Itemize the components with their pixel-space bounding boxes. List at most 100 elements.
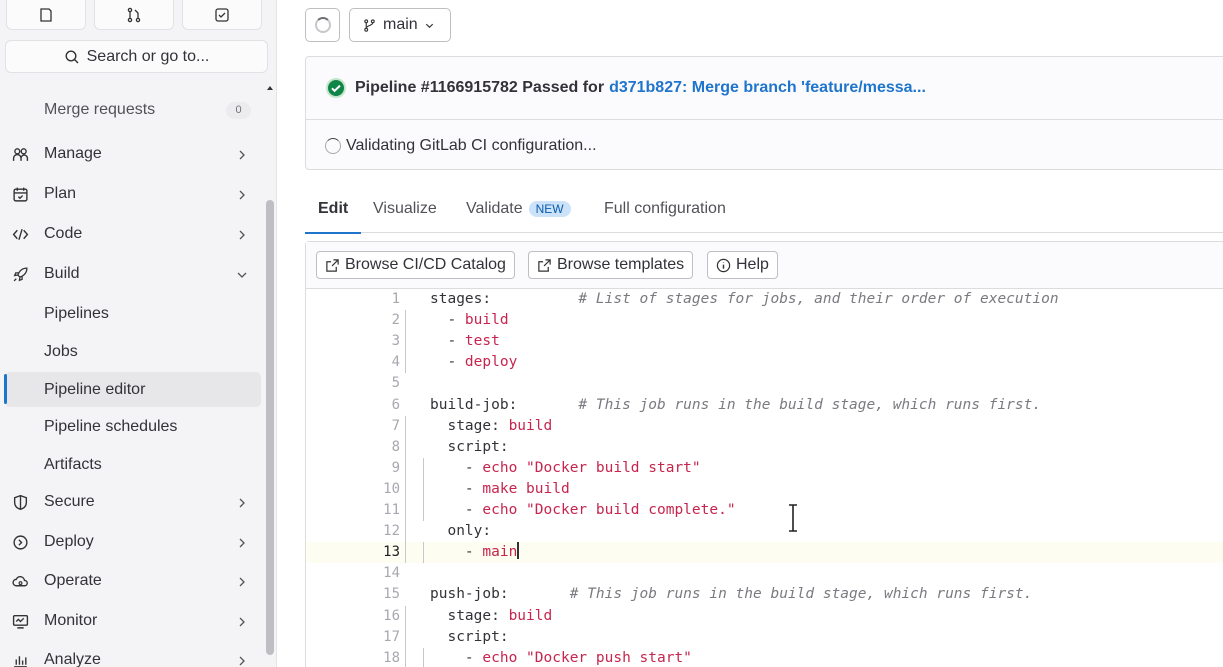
line-number: 11	[383, 502, 400, 518]
code-line[interactable]: 14	[306, 563, 1223, 584]
button-label: Browse CI/CD Catalog	[345, 256, 506, 273]
tab-label: Visualize	[373, 199, 437, 217]
sidebar-item-analyze[interactable]: Analyze	[0, 642, 262, 667]
line-number: 14	[383, 565, 400, 582]
line-number: 5	[391, 375, 400, 392]
sidebar-item-label: Artifacts	[44, 455, 102, 473]
sidebar-item-manage[interactable]: Manage	[0, 136, 262, 172]
code-editor[interactable]: 1 stages: # List of stages for jobs, and …	[306, 289, 1223, 667]
branch-name: main	[383, 16, 418, 33]
sidebar-item-merge-requests[interactable]: Merge requests 0	[0, 92, 262, 128]
indent-guide	[423, 647, 424, 667]
tab-label: Validate	[466, 199, 523, 217]
browse-catalog-button[interactable]: Browse CI/CD Catalog	[316, 251, 515, 279]
code-line[interactable]: 4 - deploy	[306, 352, 1223, 373]
code-text: script:	[430, 438, 509, 455]
indent-guide	[423, 542, 424, 564]
loading-spinner-icon	[314, 17, 331, 33]
validation-text: Validating GitLab CI configuration...	[346, 137, 597, 154]
code-text: - build	[430, 312, 509, 329]
chevron-right-icon	[236, 536, 248, 548]
sidebar-scrollbar[interactable]	[266, 200, 274, 655]
indent-guide	[405, 605, 406, 667]
sidebar-item-plan[interactable]: Plan	[0, 176, 262, 212]
text-caret	[517, 542, 519, 560]
new-badge: NEW	[528, 200, 571, 217]
line-number: 4	[391, 354, 400, 371]
code-text: - make build	[430, 480, 570, 497]
sidebar-item-pipeline-schedules[interactable]: Pipeline schedules	[5, 409, 261, 444]
chevron-down-icon	[236, 268, 248, 280]
todo-icon	[215, 7, 229, 22]
line-number: 1	[391, 291, 400, 307]
code-text: - deploy	[430, 354, 518, 371]
code-line[interactable]: 15 push-job: # This job runs in the build…	[306, 584, 1223, 605]
code-line[interactable]: 6 build-job: # This job runs in the build…	[306, 395, 1223, 416]
sidebar-item-operate[interactable]: Operate	[0, 563, 262, 599]
code-line[interactable]: 13 - main	[306, 542, 1223, 564]
sidebar-item-label: Monitor	[44, 612, 98, 629]
tab-edit[interactable]: Edit	[304, 184, 362, 234]
commit-link[interactable]: d371b827: Merge branch 'feature/messa...	[609, 79, 926, 97]
code-text: stages: # List of stages for jobs, and t…	[430, 291, 1059, 307]
sidebar-item-label: Code	[44, 225, 83, 242]
code-text: only:	[430, 523, 492, 540]
code-line[interactable]: 18 - echo "Docker push start"	[306, 648, 1223, 667]
sidebar: Search or go to... Merge requests 0 Mana…	[0, 0, 277, 667]
help-button[interactable]: Help	[707, 251, 778, 279]
branch-selector[interactable]: main	[349, 8, 451, 42]
sidebar-item-jobs[interactable]: Jobs	[5, 334, 261, 369]
chevron-right-icon	[236, 188, 248, 200]
indent-guide	[405, 415, 406, 564]
indent-guide	[423, 457, 424, 522]
editor-tabs: Edit Visualize Validate NEW Full configu…	[304, 184, 1223, 234]
code-line[interactable]: 17 script:	[306, 627, 1223, 648]
code-line[interactable]: 7 stage: build	[306, 416, 1223, 437]
pipeline-editor: Browse CI/CD Catalog Browse templates He…	[305, 241, 1223, 667]
code-line[interactable]: 12 only:	[306, 521, 1223, 542]
tab-full-configuration[interactable]: Full configuration	[604, 184, 726, 233]
sidebar-item-build[interactable]: Build	[0, 256, 262, 292]
code-text: build-job: # This job runs in the build …	[430, 396, 1042, 413]
merge-requests-button[interactable]	[94, 0, 174, 30]
code-line[interactable]: 2 - build	[306, 310, 1223, 331]
line-number: 7	[391, 417, 400, 434]
editor-toolbar: Browse CI/CD Catalog Browse templates He…	[306, 242, 1223, 289]
main-content: main Pipeline #1166915782 Passed for d37…	[278, 0, 1223, 667]
sidebar-item-label: Merge requests	[44, 101, 156, 118]
code-line[interactable]: 8 script:	[306, 437, 1223, 458]
sidebar-item-label: Operate	[44, 572, 102, 589]
rocket-icon	[11, 265, 29, 283]
browse-templates-button[interactable]: Browse templates	[528, 251, 694, 279]
line-number: 17	[383, 628, 400, 645]
code-line[interactable]: 9 - echo "Docker build start"	[306, 458, 1223, 479]
code-line[interactable]: 10 - make build	[306, 479, 1223, 500]
sidebar-item-pipeline-editor[interactable]: Pipeline editor	[5, 372, 261, 407]
todo-button[interactable]	[182, 0, 262, 30]
indent-guide	[405, 310, 406, 374]
status-success-icon[interactable]	[326, 78, 346, 98]
sidebar-item-label: Plan	[44, 185, 77, 202]
line-number: 3	[391, 333, 400, 350]
tab-visualize[interactable]: Visualize	[373, 184, 437, 233]
issues-button[interactable]	[6, 0, 86, 30]
code-line[interactable]: 3 - test	[306, 331, 1223, 352]
sidebar-item-secure[interactable]: Secure	[0, 484, 262, 520]
search-icon	[65, 49, 79, 63]
sidebar-item-artifacts[interactable]: Artifacts	[5, 447, 261, 482]
loading-button[interactable]	[305, 8, 340, 42]
code-line[interactable]: 11 - echo "Docker build complete."	[306, 500, 1223, 521]
sidebar-item-pipelines[interactable]: Pipelines	[5, 296, 261, 331]
scroll-up-arrow[interactable]	[267, 86, 273, 90]
monitor-icon	[11, 612, 29, 630]
sidebar-item-code[interactable]: Code	[0, 216, 262, 252]
search-button[interactable]: Search or go to...	[5, 40, 268, 73]
code-line[interactable]: 16 stage: build	[306, 606, 1223, 627]
tab-validate[interactable]: Validate NEW	[466, 184, 571, 233]
button-label: Browse templates	[557, 256, 685, 273]
code-line[interactable]: 5	[306, 373, 1223, 394]
app-root: Search or go to... Merge requests 0 Mana…	[0, 0, 1223, 667]
sidebar-item-monitor[interactable]: Monitor	[0, 603, 262, 639]
code-line[interactable]: 1 stages: # List of stages for jobs, and …	[306, 289, 1223, 310]
sidebar-item-deploy[interactable]: Deploy	[0, 524, 262, 560]
